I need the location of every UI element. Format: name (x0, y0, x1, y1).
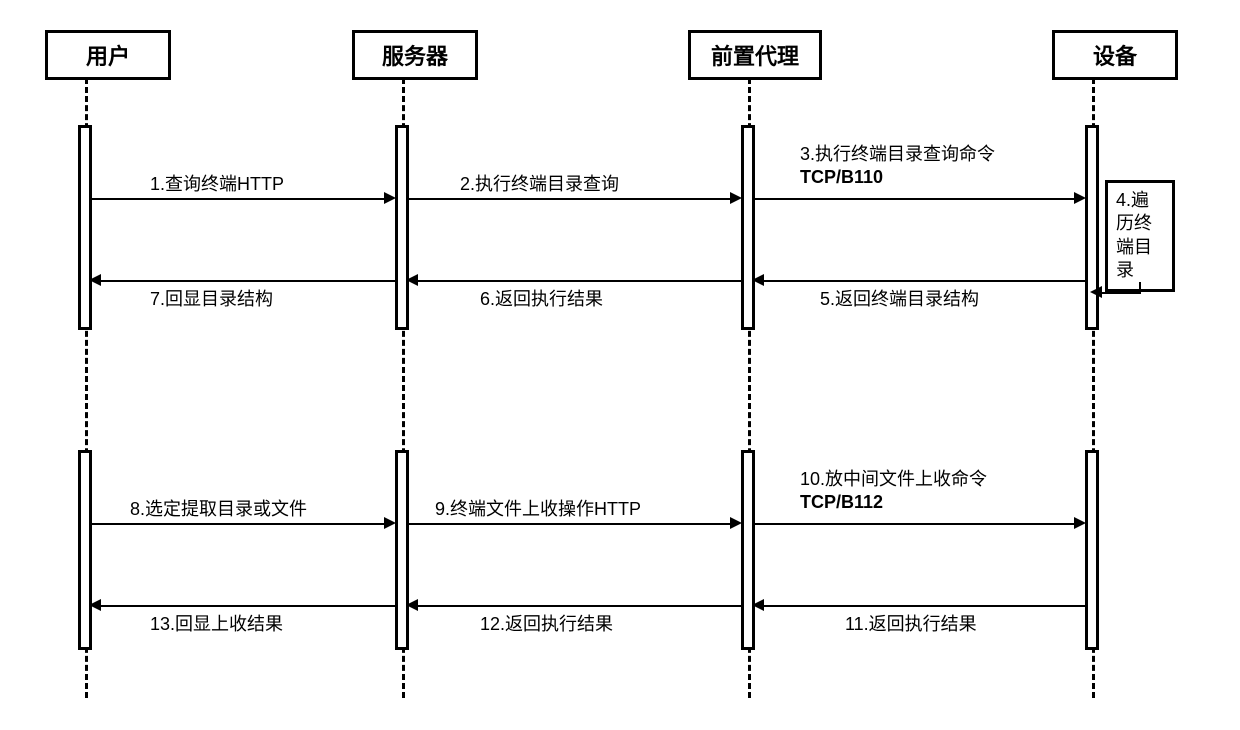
participant-user-label: 用户 (86, 44, 130, 69)
msg-5-label: 5.返回终端目录结构 (820, 285, 979, 311)
msg-4-return-v (1139, 282, 1141, 294)
msg-13-label: 13.回显上收结果 (150, 610, 283, 636)
msg-2-label: 2.执行终端目录查询 (460, 170, 619, 196)
activation-proxy-2 (741, 450, 755, 650)
msg-12-arrow (414, 605, 741, 607)
msg-7-arrow (97, 280, 395, 282)
activation-device-2 (1085, 450, 1099, 650)
msg-3-arrow (755, 198, 1080, 200)
msg-7-arrowhead (89, 274, 101, 286)
msg-6-arrow (414, 280, 741, 282)
msg-3-label: 3.执行终端目录查询命令TCP/B110 (800, 143, 995, 190)
msg-8-label: 8.选定提取目录或文件 (130, 495, 307, 521)
participant-server: 服务器 (352, 30, 478, 80)
msg-6-label: 6.返回执行结果 (480, 285, 603, 311)
msg-10-label: 10.放中间文件上收命令TCP/B112 (800, 468, 987, 515)
msg-5-arrow (760, 280, 1085, 282)
msg-10-arrow (755, 523, 1080, 525)
activation-proxy-1 (741, 125, 755, 330)
msg-9-arrowhead (730, 517, 742, 529)
msg-13-arrowhead (89, 599, 101, 611)
msg-3-arrowhead (1074, 192, 1086, 204)
msg-11-arrowhead (752, 599, 764, 611)
activation-user-2 (78, 450, 92, 650)
msg-4-return-h (1099, 292, 1139, 294)
participant-device: 设备 (1052, 30, 1178, 80)
msg-12-arrowhead (406, 599, 418, 611)
msg-8-arrow (92, 523, 390, 525)
activation-device-1 (1085, 125, 1099, 330)
msg-4-selfnote: 4.遍历终端目录 (1105, 180, 1175, 292)
msg-9-arrow (409, 523, 736, 525)
msg-1-arrowhead (384, 192, 396, 204)
msg-10-arrowhead (1074, 517, 1086, 529)
participant-device-label: 设备 (1093, 44, 1137, 69)
msg-12-label: 12.返回执行结果 (480, 610, 613, 636)
sequence-diagram: 用户 服务器 前置代理 设备 1.查询终端HTTP 2.执行终端目录查询 3.执… (30, 30, 1210, 700)
activation-user-1 (78, 125, 92, 330)
msg-11-label: 11.返回执行结果 (845, 610, 977, 636)
msg-11-arrow (760, 605, 1085, 607)
activation-server-1 (395, 125, 409, 330)
participant-server-label: 服务器 (382, 44, 448, 69)
msg-8-arrowhead (384, 517, 396, 529)
msg-7-label: 7.回显目录结构 (150, 285, 273, 311)
msg-2-arrowhead (730, 192, 742, 204)
msg-1-arrow (92, 198, 390, 200)
msg-9-label: 9.终端文件上收操作HTTP (435, 495, 641, 521)
msg-5-arrowhead (752, 274, 764, 286)
activation-server-2 (395, 450, 409, 650)
participant-user: 用户 (45, 30, 171, 80)
participant-proxy-label: 前置代理 (711, 44, 799, 69)
msg-1-label: 1.查询终端HTTP (150, 170, 284, 196)
msg-13-arrow (97, 605, 395, 607)
participant-proxy: 前置代理 (688, 30, 822, 80)
msg-2-arrow (409, 198, 736, 200)
msg-4-return-head (1090, 286, 1102, 298)
msg-6-arrowhead (406, 274, 418, 286)
